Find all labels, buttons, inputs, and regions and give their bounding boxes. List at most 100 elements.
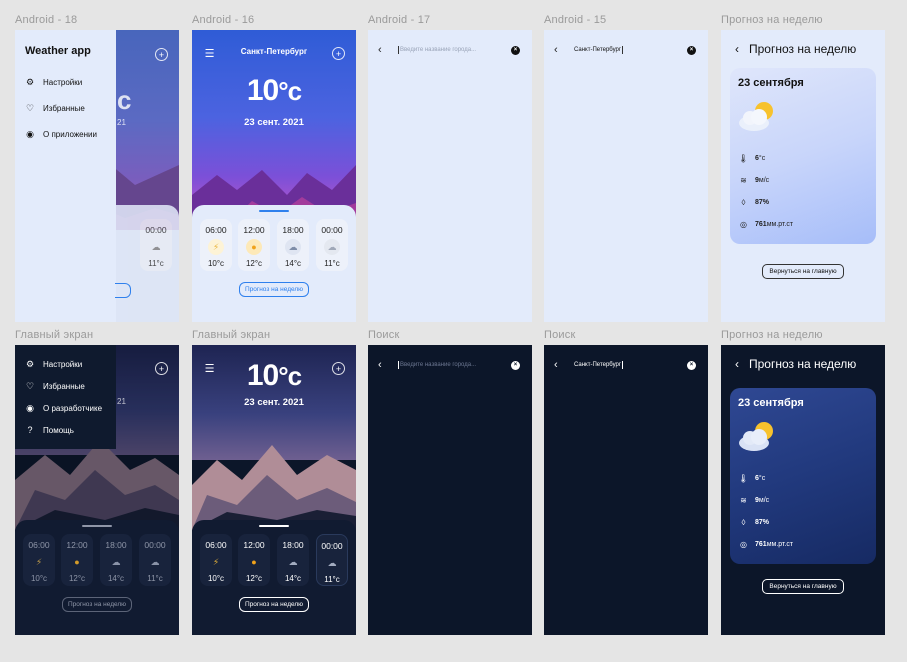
hour-card[interactable]: 00:00 ☁ 11°c	[139, 534, 171, 586]
gauge-icon: ◎	[740, 220, 747, 229]
thermometer-icon: 🌡	[738, 154, 749, 163]
back-arrow-icon[interactable]: ‹	[554, 44, 568, 56]
snow-cloud-icon: ☁	[150, 556, 160, 567]
sun-icon: ●	[251, 557, 257, 567]
wind-icon: ≋	[740, 496, 747, 505]
drag-handle[interactable]	[259, 525, 289, 527]
frame-android-16: ☰ Санкт-Петербург + 10°c 23 сент. 2021 0…	[192, 30, 356, 322]
rain-cloud-icon: ☁	[288, 556, 298, 567]
drag-handle[interactable]	[82, 525, 112, 527]
forecast-date: 23 сентября	[738, 397, 804, 409]
hour-card[interactable]: 06:00 ⚡ 10°c	[200, 534, 232, 586]
add-city-button[interactable]: +	[332, 47, 345, 60]
back-arrow-icon[interactable]: ‹	[735, 357, 739, 371]
date-peek: 21	[117, 397, 126, 406]
hour-card[interactable]: 12:00 ● 12°c	[238, 219, 270, 271]
clear-icon[interactable]: ×	[687, 45, 696, 55]
page-title: Прогноз на неделю	[749, 42, 857, 56]
current-date: 23 сент. 2021	[244, 397, 304, 408]
back-to-main-button[interactable]: Вернуться на главную	[762, 264, 844, 279]
sun-icon: ●	[246, 239, 262, 255]
snow-cloud-icon: ☁	[324, 239, 340, 255]
gear-icon: ⚙	[25, 77, 35, 87]
frame-android-18: + c 21 00:00 ☁ 11°c Weather app ⚙ Настрой…	[15, 30, 179, 322]
menu-item-settings[interactable]: ⚙ Настройки	[25, 77, 82, 88]
hour-card[interactable]: 00:00 ☁ 11°c	[316, 219, 348, 271]
clear-icon[interactable]: ×	[511, 45, 520, 55]
hour-card[interactable]: 06:00 ⚡ 10°c	[200, 219, 232, 271]
hour-card[interactable]: 12:00 ● 12°c	[61, 534, 93, 586]
menu-item-about-developer[interactable]: ◉ О разработчике	[25, 403, 102, 414]
hour-card[interactable]: 12:00 ● 12°c	[238, 534, 270, 586]
hour-card[interactable]: 06:00 ⚡ 10°c	[23, 534, 55, 586]
menu-item-help[interactable]: ? Помощь	[25, 425, 73, 435]
search-input[interactable]: Введите название города...	[398, 46, 511, 54]
frame-label: Android - 17	[368, 14, 431, 26]
search-input[interactable]: Санкт-Петербург	[574, 46, 687, 54]
date-peek: 21	[117, 118, 126, 127]
clear-icon[interactable]: ×	[511, 360, 520, 370]
search-bar: ‹ Введите название города... ×	[378, 44, 520, 56]
menu-item-favorites[interactable]: ♡ Избранные	[25, 103, 85, 114]
lightning-icon: ⚡	[212, 556, 220, 567]
menu-item-favorites[interactable]: ♡ Избранные	[25, 381, 85, 392]
rain-cloud-icon: ☁	[111, 556, 121, 567]
sun-icon: ●	[74, 557, 80, 567]
clear-icon[interactable]: ×	[687, 360, 696, 370]
frame-week-forecast-dark: ‹ Прогноз на неделю 23 сентября 🌡 6°c ≋ 9м…	[721, 345, 885, 635]
help-icon: ?	[27, 425, 33, 435]
add-city-button[interactable]: +	[155, 362, 168, 375]
temperature-row: 🌡 6°c	[738, 474, 766, 483]
frame-label: Android - 15	[544, 14, 607, 26]
hourly-panel: 06:00 ⚡ 10°c 12:00 ● 12°c 18:00 ☁ 14°c 0…	[192, 205, 356, 322]
heart-icon: ♡	[25, 103, 35, 113]
frame-week-forecast-light: ‹ Прогноз на неделю 23 сентября 🌡 6°c ≋ 9м…	[721, 30, 885, 322]
search-input[interactable]: Санкт-Петербург	[574, 361, 687, 369]
rain-cloud-icon: ☁	[285, 239, 301, 255]
page-title: Прогноз на неделю	[749, 357, 857, 371]
frame-android-17: ‹ Введите название города... ×	[368, 30, 532, 322]
week-forecast-button[interactable]: Прогноз на неделю	[62, 597, 132, 612]
week-header: ‹ Прогноз на неделю	[735, 42, 856, 56]
user-circle-icon: ◉	[26, 403, 34, 413]
sun-cloud-icon	[739, 422, 773, 451]
back-to-main-button[interactable]: Вернуться на главную	[762, 579, 844, 594]
lightning-icon: ⚡	[35, 556, 43, 567]
hourly-panel: 06:00 ⚡ 10°c 12:00 ● 12°c 18:00 ☁ 14°c 0…	[192, 520, 356, 635]
add-city-button[interactable]: +	[155, 48, 168, 61]
hour-card[interactable]: 18:00 ☁ 14°c	[277, 219, 309, 271]
forecast-date: 23 сентября	[738, 77, 804, 89]
current-temperature: 10°c	[246, 359, 302, 392]
week-forecast-button[interactable]: Прогноз на неделю	[239, 282, 309, 297]
user-circle-icon: ◉	[26, 129, 34, 139]
droplet-icon: ◊	[741, 198, 746, 207]
week-forecast-button-peek[interactable]	[115, 283, 131, 298]
week-forecast-button[interactable]: Прогноз на неделю	[239, 597, 309, 612]
heart-icon: ♡	[25, 381, 35, 391]
snow-cloud-icon: ☁	[151, 241, 161, 252]
mountain-illustration	[192, 445, 356, 530]
day-forecast-card: 23 сентября 🌡 6°c ≋ 9м/с ◊ 87% ◎ 761мм.рт.ст	[730, 68, 876, 244]
hour-card[interactable]: 18:00 ☁ 14°c	[100, 534, 132, 586]
snow-cloud-icon: ☁	[327, 557, 337, 568]
back-arrow-icon[interactable]: ‹	[378, 44, 392, 56]
menu-item-about[interactable]: ◉ О приложении	[25, 129, 97, 140]
back-arrow-icon[interactable]: ‹	[554, 359, 568, 371]
back-arrow-icon[interactable]: ‹	[735, 42, 739, 56]
current-date: 23 сент. 2021	[244, 117, 304, 128]
hour-card[interactable]: 00:00 ☁ 11°c	[316, 534, 348, 586]
frame-label: Главный экран	[192, 329, 271, 341]
frame-label: Главный экран	[15, 329, 94, 341]
hourly-panel: 06:00 ⚡ 10°c 12:00 ● 12°c 18:00 ☁ 14°c 0…	[15, 520, 179, 635]
wind-icon: ≋	[740, 176, 747, 185]
menu-item-settings[interactable]: ⚙ Настройки	[25, 359, 82, 370]
humidity-row: ◊ 87%	[738, 518, 770, 527]
search-input[interactable]: Введите название города...	[398, 361, 511, 369]
app-title: Weather app	[25, 45, 91, 57]
navigation-drawer: Weather app ⚙ Настройки ♡ Избранные ◉ О при…	[15, 30, 116, 322]
hour-card[interactable]: 18:00 ☁ 14°c	[277, 534, 309, 586]
frame-label: Поиск	[368, 329, 400, 341]
back-arrow-icon[interactable]: ‹	[378, 359, 392, 371]
drag-handle[interactable]	[259, 210, 289, 212]
search-bar: ‹ Введите название города... ×	[378, 359, 520, 371]
